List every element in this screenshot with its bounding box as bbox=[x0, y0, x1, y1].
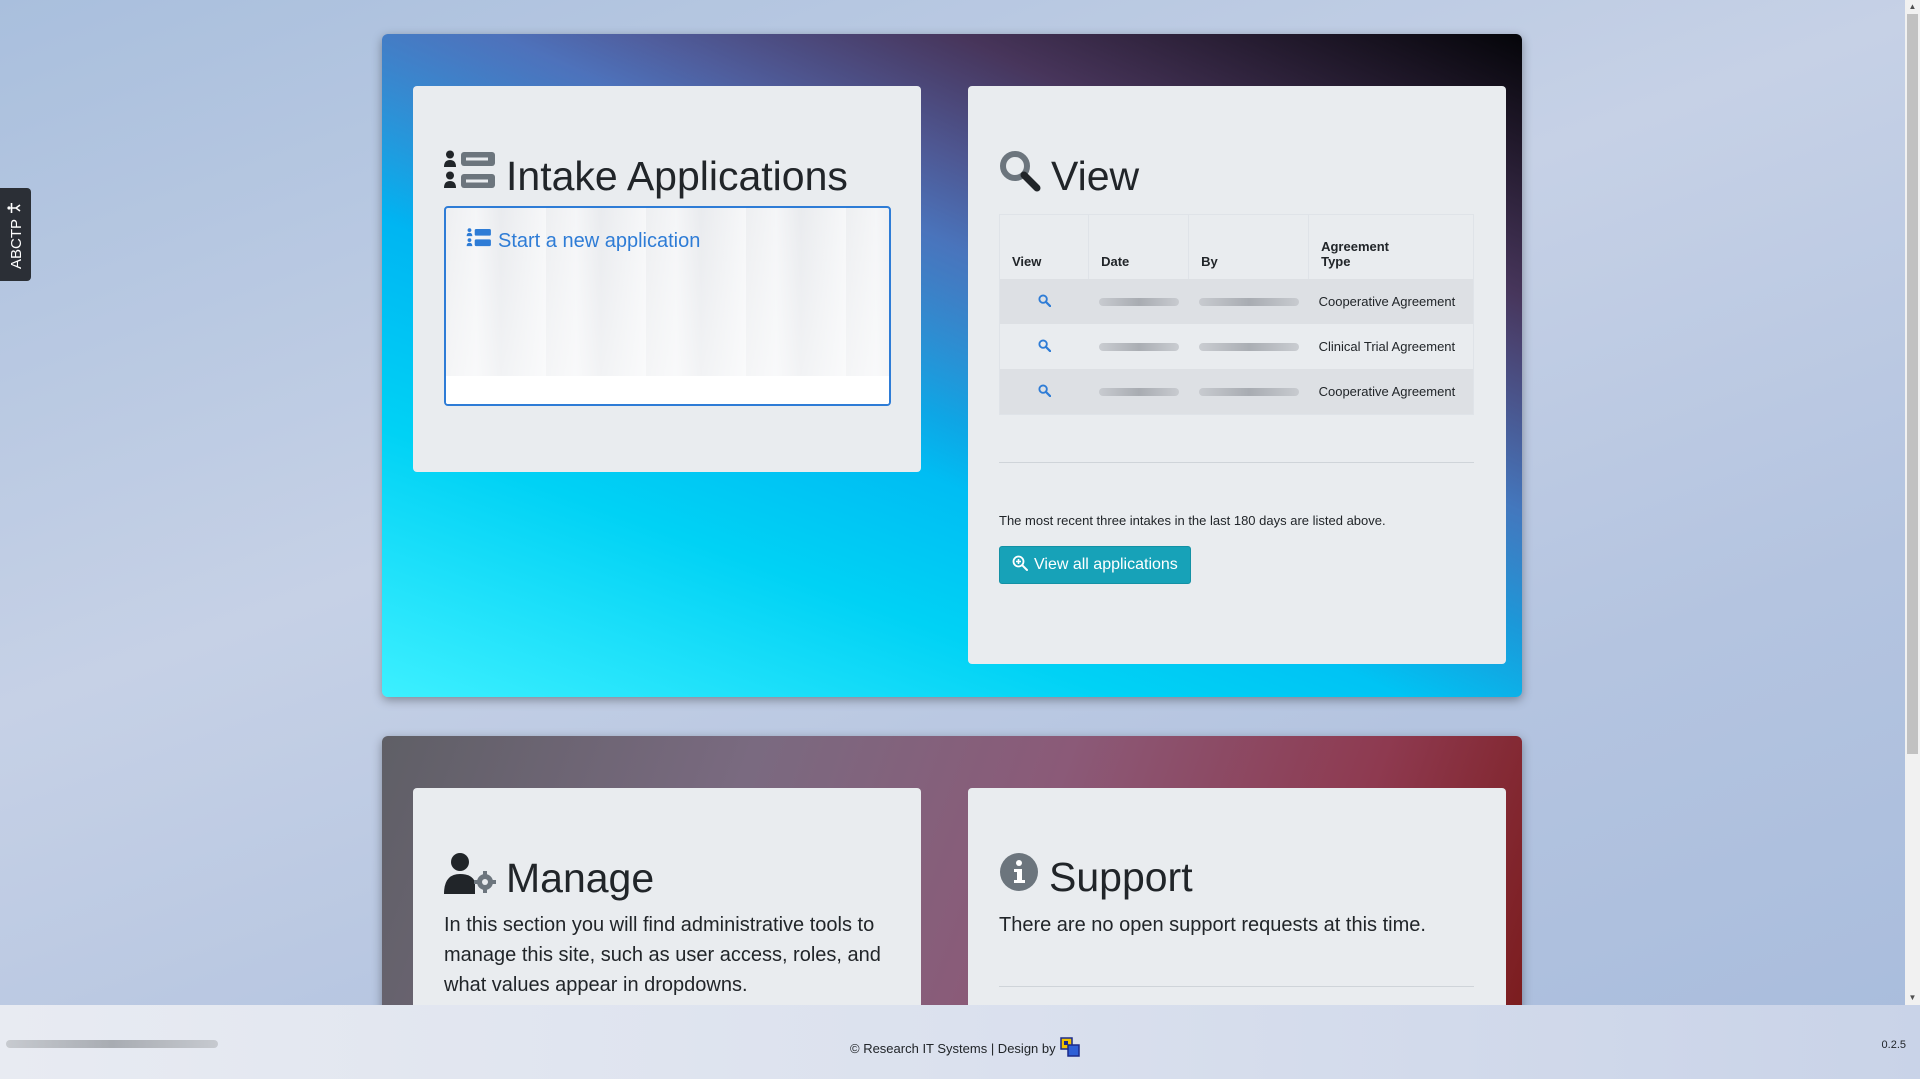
support-card: Support There are no open support reques… bbox=[968, 788, 1506, 1005]
vertical-scrollbar[interactable]: ▲ ▼ bbox=[1905, 0, 1920, 1005]
start-application-label: Start a new application bbox=[498, 229, 701, 252]
start-application-link[interactable]: Start a new application bbox=[466, 228, 700, 254]
intake-card: Intake Applications Start a new applicat… bbox=[413, 86, 921, 472]
table-header-row: View Date By Agreement Type bbox=[1000, 215, 1473, 279]
scroll-up-icon[interactable]: ▲ bbox=[1905, 0, 1920, 14]
footer-credits-text: © Research IT Systems | Design by bbox=[850, 1041, 1056, 1056]
bottom-section: Manage In this section you will find adm… bbox=[382, 736, 1522, 1005]
page-viewport: ABCTP Intake Applications Start a new ap… bbox=[0, 0, 1905, 1005]
support-description: There are no open support requests at th… bbox=[999, 914, 1426, 936]
manage-card: Manage In this section you will find adm… bbox=[413, 788, 921, 1005]
version-label: 0.2.5 bbox=[1881, 1039, 1906, 1051]
view-record-icon[interactable] bbox=[1000, 324, 1089, 369]
by-cell-redacted bbox=[1188, 369, 1309, 414]
column-header-by: By bbox=[1188, 215, 1310, 279]
side-tab[interactable]: ABCTP bbox=[0, 188, 31, 281]
table-row: Clinical Trial Agreement bbox=[1000, 324, 1473, 369]
intake-title-text: Intake Applications bbox=[506, 152, 848, 199]
view-title: View bbox=[999, 150, 1139, 202]
view-record-icon[interactable] bbox=[1000, 369, 1089, 414]
manage-title: Manage bbox=[444, 852, 654, 904]
view-record-icon[interactable] bbox=[1000, 279, 1089, 324]
recent-intakes-table: View Date By Agreement Type Cooperative … bbox=[999, 214, 1474, 415]
support-title: Support bbox=[999, 852, 1193, 902]
intake-title: Intake Applications bbox=[444, 150, 848, 202]
side-tab-label: ABCTP bbox=[7, 218, 25, 269]
footer: © Research IT Systems | Design by 0.2.5 bbox=[0, 1005, 1920, 1079]
column-header-date: Date bbox=[1088, 215, 1190, 279]
top-section: Intake Applications Start a new applicat… bbox=[382, 34, 1522, 697]
list-user-icon-small bbox=[466, 228, 492, 254]
recent-intakes-note: The most recent three intakes in the las… bbox=[999, 513, 1386, 528]
divider bbox=[999, 986, 1474, 987]
manage-description: In this section you will find administra… bbox=[444, 914, 881, 996]
column-header-view: View bbox=[1000, 215, 1090, 279]
table-row: Cooperative Agreement bbox=[1000, 279, 1473, 324]
column-header-agreement-type: Agreement Type bbox=[1308, 215, 1473, 279]
manage-title-text: Manage bbox=[506, 854, 655, 901]
view-all-applications-button[interactable]: View all applications bbox=[999, 546, 1191, 584]
date-cell-redacted bbox=[1088, 369, 1189, 414]
view-card: View View Date By Agreement Type Coopera… bbox=[968, 86, 1506, 664]
list-user-icon bbox=[444, 150, 496, 202]
user-gear-icon bbox=[444, 852, 496, 904]
view-title-text: View bbox=[1051, 152, 1140, 199]
footer-left-redacted bbox=[6, 1040, 218, 1048]
by-cell-redacted bbox=[1188, 279, 1309, 324]
zoom-in-icon bbox=[1012, 555, 1028, 576]
scroll-down-icon[interactable]: ▼ bbox=[1905, 991, 1920, 1005]
view-all-applications-label: View all applications bbox=[1034, 556, 1178, 573]
agreement-type-cell: Cooperative Agreement bbox=[1308, 369, 1473, 414]
table-row: Cooperative Agreement bbox=[1000, 369, 1473, 414]
agreement-type-cell: Cooperative Agreement bbox=[1308, 279, 1473, 324]
scrollbar-thumb[interactable] bbox=[1907, 14, 1918, 754]
start-application-panel[interactable]: Start a new application bbox=[444, 206, 891, 406]
search-icon bbox=[999, 150, 1041, 202]
panel-footer-strip bbox=[446, 376, 889, 404]
footer-credits: © Research IT Systems | Design by bbox=[850, 1037, 1080, 1060]
date-cell-redacted bbox=[1088, 324, 1189, 369]
date-cell-redacted bbox=[1088, 279, 1189, 324]
info-icon bbox=[999, 852, 1039, 902]
designer-logo-icon[interactable] bbox=[1059, 1037, 1080, 1060]
by-cell-redacted bbox=[1188, 324, 1309, 369]
support-title-text: Support bbox=[1049, 853, 1193, 900]
divider bbox=[999, 462, 1474, 463]
accessibility-icon bbox=[6, 200, 25, 214]
agreement-type-cell: Clinical Trial Agreement bbox=[1308, 324, 1473, 369]
